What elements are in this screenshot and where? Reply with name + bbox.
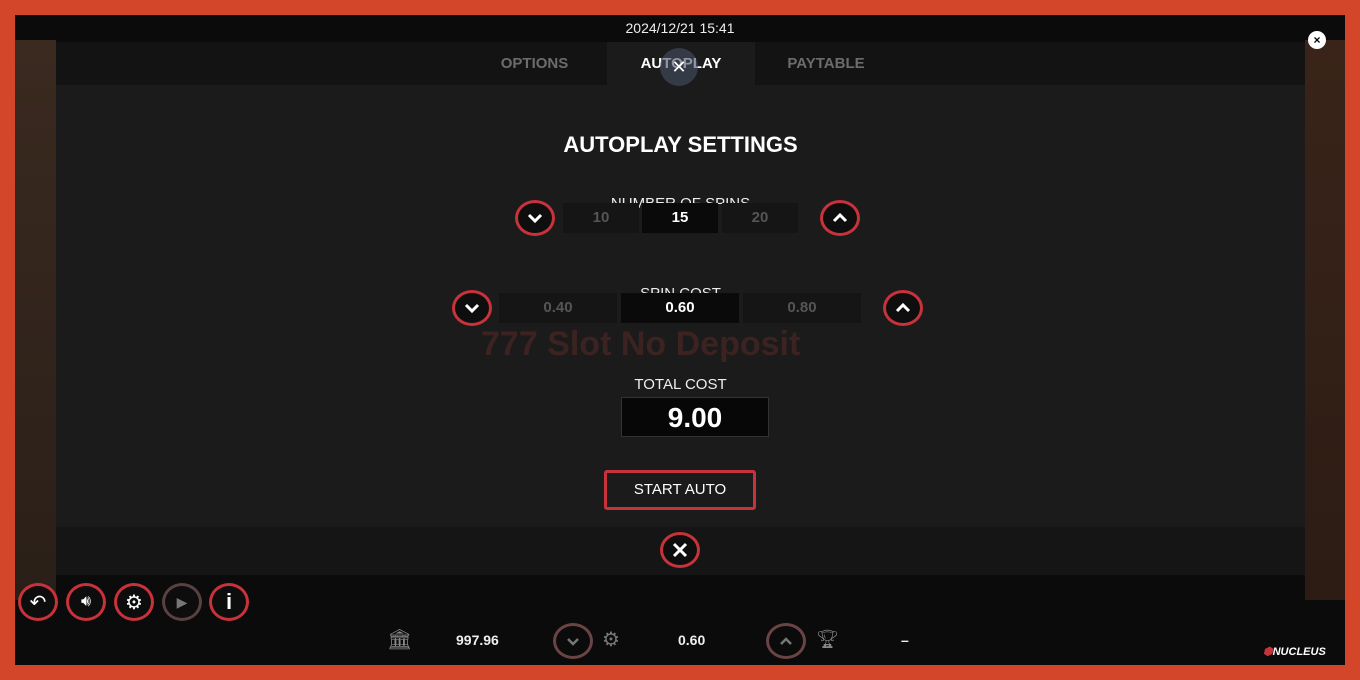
autoplay-button[interactable]: ▶ bbox=[162, 583, 202, 621]
chevron-up-icon bbox=[780, 636, 792, 645]
gear-icon: ⚙ bbox=[125, 591, 143, 614]
chevron-up-icon bbox=[895, 303, 911, 313]
speaker-icon: 🔊︎ bbox=[80, 593, 92, 610]
total-cost-label: TOTAL COST bbox=[634, 376, 727, 393]
spins-decrease-button[interactable] bbox=[515, 200, 555, 236]
bet-decrease-button[interactable] bbox=[553, 623, 593, 659]
close-panel-button[interactable] bbox=[660, 532, 700, 568]
game-background-right bbox=[1305, 40, 1345, 600]
tab-options[interactable]: OPTIONS bbox=[456, 42, 613, 85]
balance-value: 997.96 bbox=[456, 632, 499, 648]
start-auto-button[interactable]: START AUTO bbox=[604, 470, 756, 510]
tab-paytable[interactable]: PAYTABLE bbox=[755, 42, 897, 85]
top-close-button[interactable]: × bbox=[1308, 31, 1326, 49]
info-icon: i bbox=[225, 589, 233, 614]
coin-gear-icon: ⚙ bbox=[602, 629, 620, 651]
watermark: 777 Slot No Deposit bbox=[481, 325, 801, 363]
datetime: 2024/12/21 15:41 bbox=[625, 20, 735, 36]
bank-icon: 🏛︎ bbox=[387, 629, 413, 651]
trophy-icon: 🏆︎ bbox=[816, 629, 839, 649]
info-button[interactable]: i bbox=[209, 583, 249, 621]
game-window: 2024/12/21 15:41 × OPTIONS AUTOPLAY PAYT… bbox=[15, 15, 1345, 665]
cost-option[interactable]: 0.40 bbox=[499, 293, 617, 323]
close-icon bbox=[672, 542, 688, 558]
cost-decrease-button[interactable] bbox=[452, 290, 492, 326]
nucleus-logo: ⬢NUCLEUS bbox=[1263, 646, 1326, 658]
game-background-left bbox=[15, 40, 56, 600]
play-icon: ▶ bbox=[176, 593, 188, 610]
settings-button[interactable]: ⚙ bbox=[114, 583, 154, 621]
win-value: – bbox=[901, 632, 909, 648]
back-arrow-icon: ↶ bbox=[29, 591, 47, 614]
chevron-down-icon bbox=[464, 303, 480, 313]
spins-option[interactable]: 10 bbox=[563, 203, 639, 233]
bet-value: 0.60 bbox=[678, 632, 706, 648]
total-cost-value: 9.00 bbox=[621, 397, 769, 437]
spins-option[interactable]: 20 bbox=[722, 203, 798, 233]
autoplay-panel: OPTIONS AUTOPLAY PAYTABLE ✕ AUTOPLAY SET… bbox=[56, 42, 1305, 575]
bet-increase-button[interactable] bbox=[766, 623, 806, 659]
spins-increase-button[interactable] bbox=[820, 200, 860, 236]
chevron-down-icon bbox=[567, 637, 579, 646]
panel-footer bbox=[56, 527, 1305, 575]
back-button[interactable]: ↶ bbox=[18, 583, 58, 621]
cost-option[interactable]: 0.80 bbox=[743, 293, 861, 323]
sound-button[interactable]: 🔊︎ bbox=[66, 583, 106, 621]
chevron-up-icon bbox=[832, 213, 848, 223]
tab-bar: OPTIONS AUTOPLAY PAYTABLE ✕ bbox=[56, 42, 1305, 86]
cost-option-selected[interactable]: 0.60 bbox=[621, 293, 739, 323]
spins-option-selected[interactable]: 15 bbox=[642, 203, 718, 233]
chevron-down-icon bbox=[527, 213, 543, 223]
cost-increase-button[interactable] bbox=[883, 290, 923, 326]
close-icon[interactable]: ✕ bbox=[660, 48, 698, 86]
page-title: AUTOPLAY SETTINGS bbox=[563, 132, 798, 157]
